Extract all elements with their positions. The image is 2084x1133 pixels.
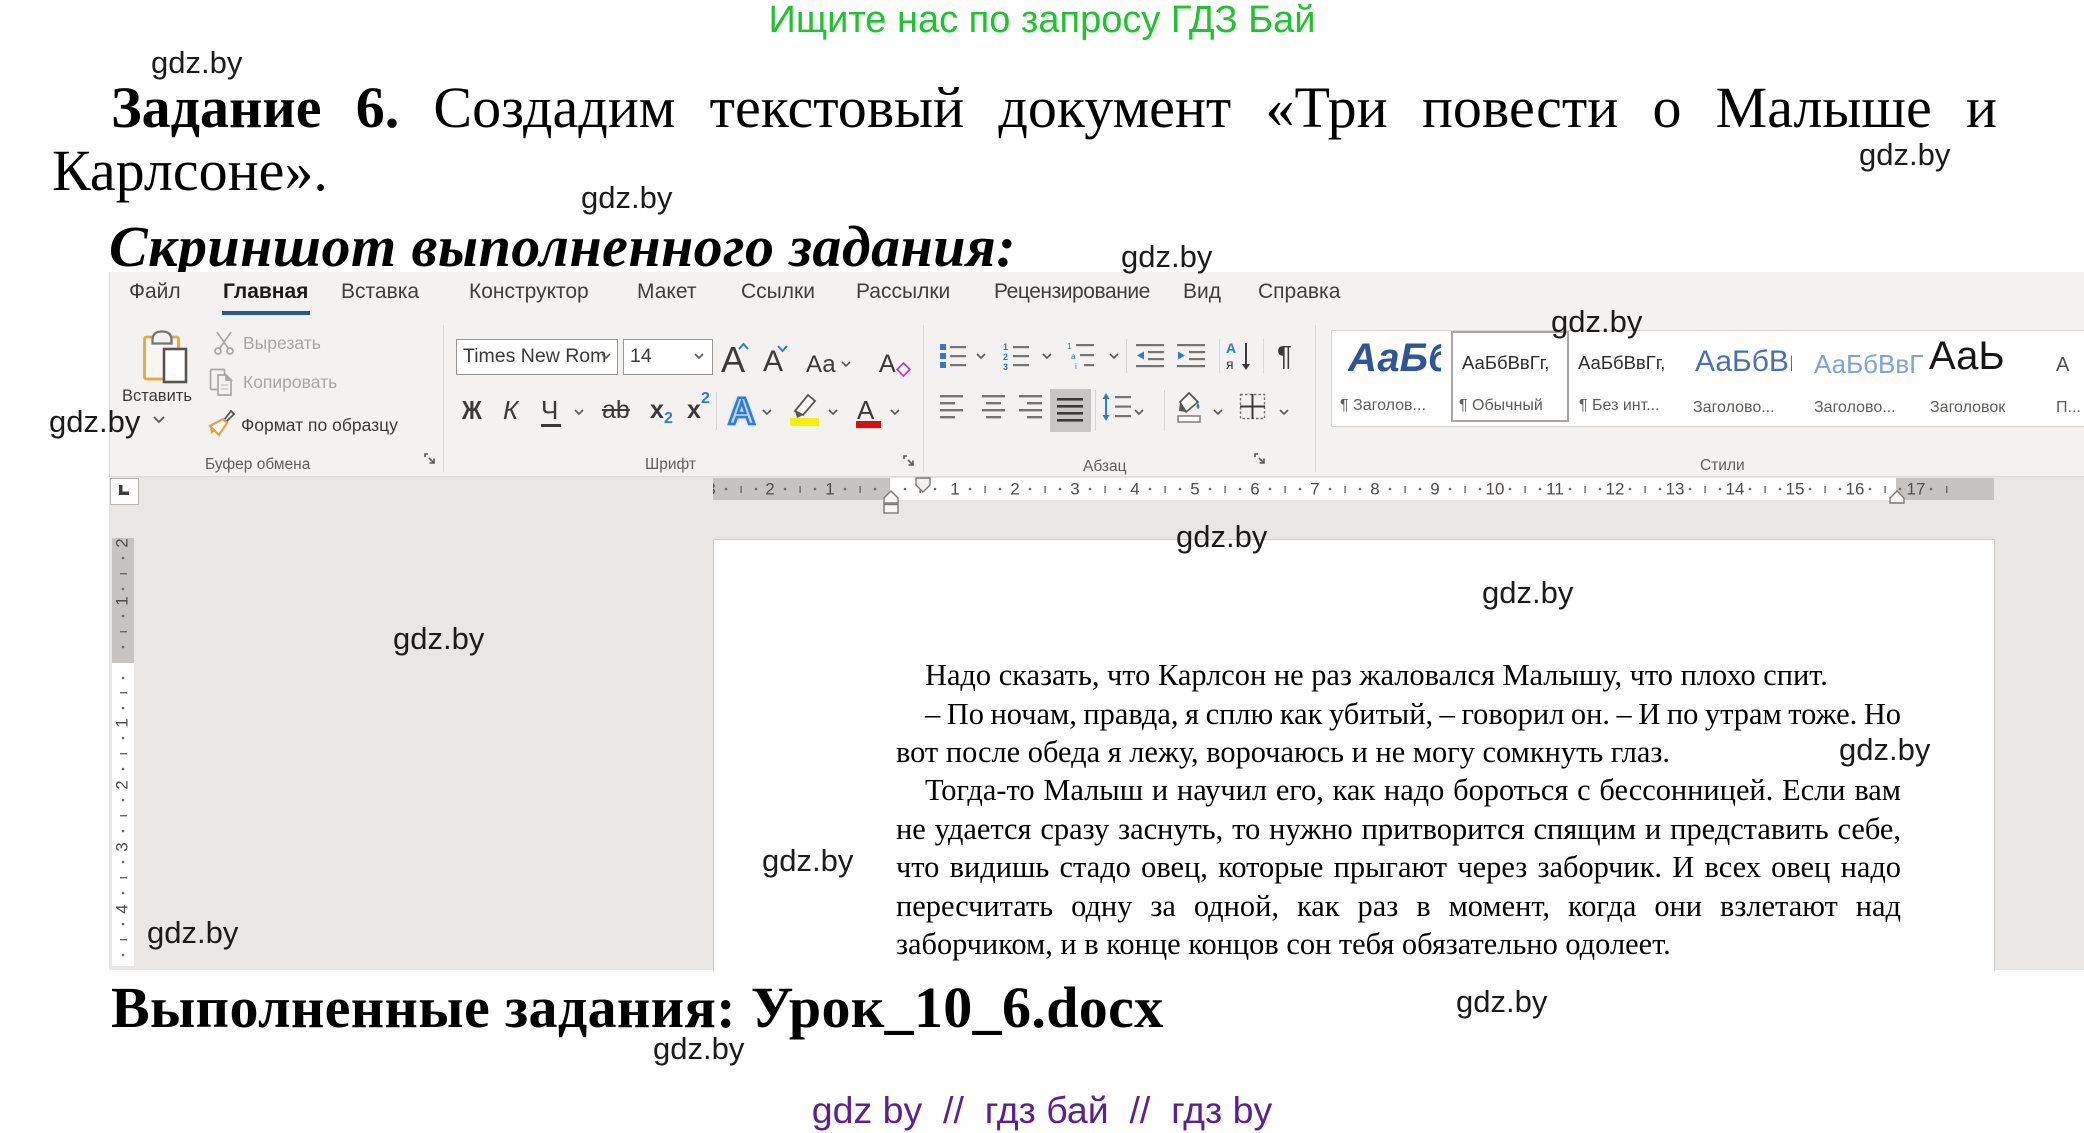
svg-text:1: 1 — [1003, 342, 1008, 352]
svg-text:8: 8 — [1370, 480, 1379, 499]
svg-text:5: 5 — [1190, 480, 1199, 499]
svg-text:А: А — [1226, 340, 1236, 356]
svg-text:7: 7 — [1310, 480, 1319, 499]
svg-text:17: 17 — [1907, 480, 1926, 499]
svg-text:3: 3 — [713, 480, 716, 499]
svg-text:6: 6 — [1250, 480, 1259, 499]
svg-text:11: 11 — [1546, 480, 1564, 499]
svg-text:2: 2 — [1010, 480, 1019, 499]
svg-text:3: 3 — [113, 842, 132, 851]
svg-text:13: 13 — [1666, 480, 1685, 499]
svg-text:1: 1 — [113, 596, 132, 605]
svg-text:12: 12 — [1606, 480, 1625, 499]
svg-text:1: 1 — [1067, 341, 1072, 351]
svg-text:2: 2 — [113, 780, 132, 789]
svg-text:2: 2 — [113, 538, 132, 547]
svg-text:i: i — [1075, 361, 1077, 371]
svg-text:15: 15 — [1786, 480, 1805, 499]
svg-text:2: 2 — [1003, 352, 1008, 362]
svg-text:4: 4 — [113, 904, 132, 913]
svg-text:я: я — [1226, 356, 1234, 372]
svg-text:1: 1 — [950, 480, 959, 499]
svg-text:2: 2 — [765, 480, 774, 499]
svg-text:10: 10 — [1486, 480, 1505, 499]
svg-text:16: 16 — [1846, 480, 1865, 499]
svg-text:a: a — [1071, 351, 1076, 361]
svg-text:3: 3 — [1070, 480, 1079, 499]
svg-text:9: 9 — [1430, 480, 1439, 499]
svg-text:1: 1 — [825, 480, 834, 499]
svg-text:3: 3 — [1003, 362, 1008, 371]
svg-text:4: 4 — [1130, 480, 1139, 499]
svg-text:1: 1 — [113, 718, 132, 727]
svg-text:14: 14 — [1726, 480, 1745, 499]
